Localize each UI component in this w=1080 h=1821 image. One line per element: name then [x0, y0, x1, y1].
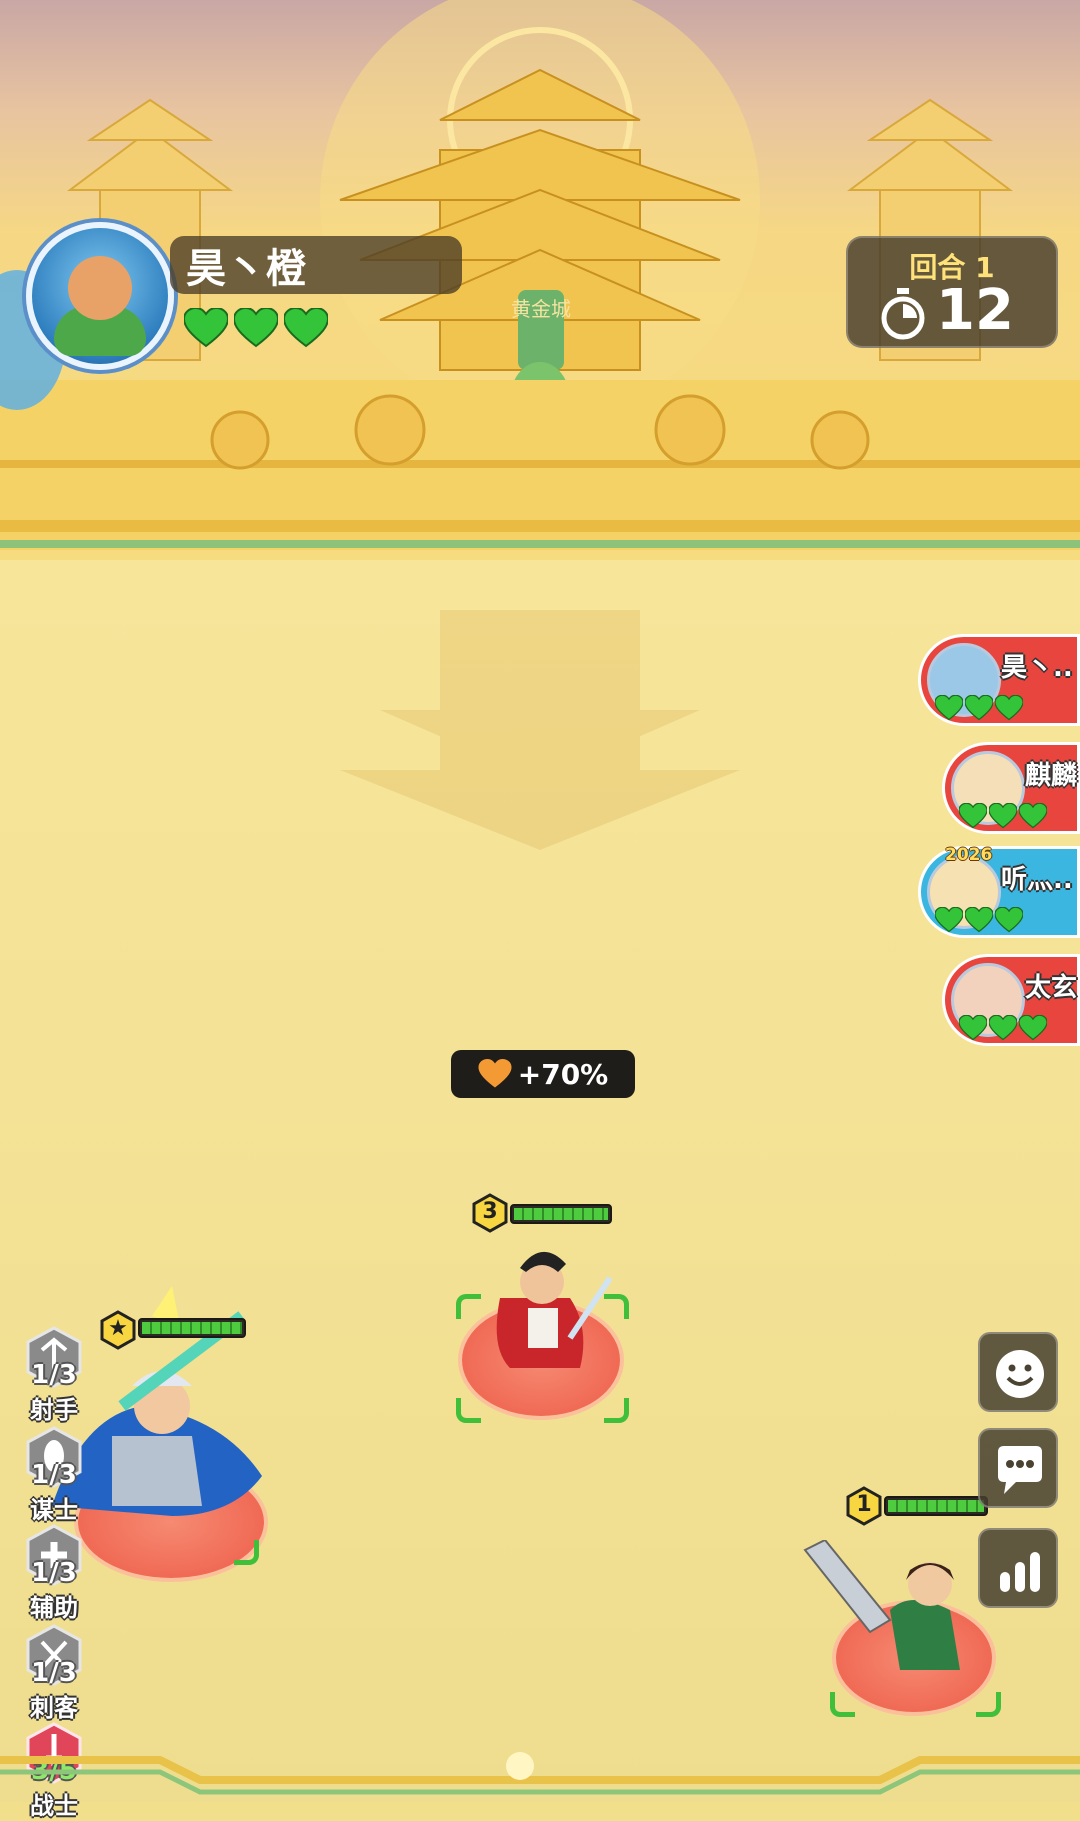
level-number: ★ — [108, 1316, 128, 1341]
hp-fill — [514, 1208, 608, 1220]
opponent-hearts — [959, 1015, 1047, 1041]
green-sword-heroine-sprite[interactable] — [800, 1540, 1000, 1680]
level-label: 1 — [844, 1486, 884, 1526]
opponent-name: 麒麟 — [1025, 761, 1078, 791]
hp-fill — [888, 1500, 984, 1512]
opponent-hearts — [959, 803, 1047, 829]
opponent-name: 太玄 — [1025, 973, 1078, 1003]
selection-corner — [604, 1398, 629, 1423]
opponent-card[interactable]: 麒麟 — [942, 742, 1080, 834]
chat-icon — [998, 1446, 1042, 1494]
heart-icon — [965, 695, 993, 721]
buff-indicator: +70% — [451, 1050, 635, 1098]
palace-reflection — [340, 610, 740, 850]
selection-corner — [976, 1692, 1001, 1717]
opponent-name: 昊丶.. — [1001, 653, 1073, 683]
class-archer[interactable]: 1/3 射手 — [22, 1326, 86, 1424]
heart-icon — [995, 907, 1023, 933]
class-label: 刺客 — [30, 1694, 78, 1722]
heart-icon — [234, 308, 278, 348]
opponent-card[interactable]: 昊丶.. — [918, 634, 1080, 726]
player-avatar[interactable] — [26, 222, 174, 370]
unit-hp-bar — [138, 1318, 246, 1338]
year-badge: 2026 — [945, 845, 993, 865]
buff-value: +70% — [517, 1057, 609, 1091]
class-count: 1/3 — [31, 1658, 77, 1688]
heart-icon — [284, 308, 328, 348]
selection-corner — [456, 1398, 481, 1423]
round-timer-panel: 回合 1 12 — [846, 236, 1058, 348]
stats-button[interactable] — [978, 1528, 1058, 1608]
heart-icon — [965, 907, 993, 933]
hp-fill — [142, 1322, 242, 1334]
red-cloak-warrior-sprite[interactable] — [470, 1238, 620, 1378]
heart-icon — [1019, 1015, 1047, 1041]
opponent-name: 听灬.. — [1001, 865, 1073, 895]
heart-icon — [184, 308, 228, 348]
heart-icon — [478, 1059, 512, 1088]
level-number: 1 — [856, 1492, 872, 1517]
heart-icon — [1019, 803, 1047, 829]
heart-icon — [959, 1015, 987, 1041]
class-strategist[interactable]: 1/3 谋士 — [22, 1426, 86, 1524]
opponent-card[interactable]: 太玄 — [942, 954, 1080, 1046]
arena-border — [0, 1752, 1080, 1795]
unit-hp-bar — [510, 1204, 612, 1224]
heart-icon — [959, 803, 987, 829]
class-label: 谋士 — [30, 1496, 78, 1524]
selection-corner — [234, 1540, 259, 1565]
palace-sign: 黄金城 — [511, 297, 571, 321]
class-assassin[interactable]: 1/3 刺客 — [22, 1624, 86, 1722]
player-name: 昊丶橙 — [170, 236, 462, 294]
class-count: 1/3 — [31, 1460, 77, 1490]
opponent-card[interactable]: 2026 听灬.. — [918, 845, 1080, 938]
opponent-hearts — [935, 695, 1023, 721]
timer-value: 12 — [936, 278, 1014, 343]
class-support[interactable]: 1/3 辅助 — [22, 1524, 86, 1622]
stats-icon — [1000, 1552, 1040, 1592]
class-count: 1/3 — [31, 1360, 77, 1390]
level-number: 3 — [482, 1199, 498, 1224]
unit-hp-bar — [884, 1496, 988, 1516]
level-label: 3 — [470, 1193, 510, 1233]
heart-icon — [995, 695, 1023, 721]
heart-icon — [989, 803, 1017, 829]
emoji-icon — [996, 1350, 1044, 1398]
class-label: 射手 — [30, 1396, 78, 1424]
selection-corner — [830, 1692, 855, 1717]
heart-icon — [935, 695, 963, 721]
heart-icon — [935, 907, 963, 933]
class-label: 辅助 — [30, 1594, 78, 1622]
level-label: ★ — [98, 1310, 138, 1350]
player-hearts — [184, 308, 328, 348]
opponent-hearts — [935, 907, 1023, 933]
stopwatch-icon — [881, 288, 925, 340]
heart-icon — [989, 1015, 1017, 1041]
chat-button[interactable] — [978, 1428, 1058, 1508]
emoji-button[interactable] — [978, 1332, 1058, 1412]
class-count: 1/3 — [31, 1558, 77, 1588]
